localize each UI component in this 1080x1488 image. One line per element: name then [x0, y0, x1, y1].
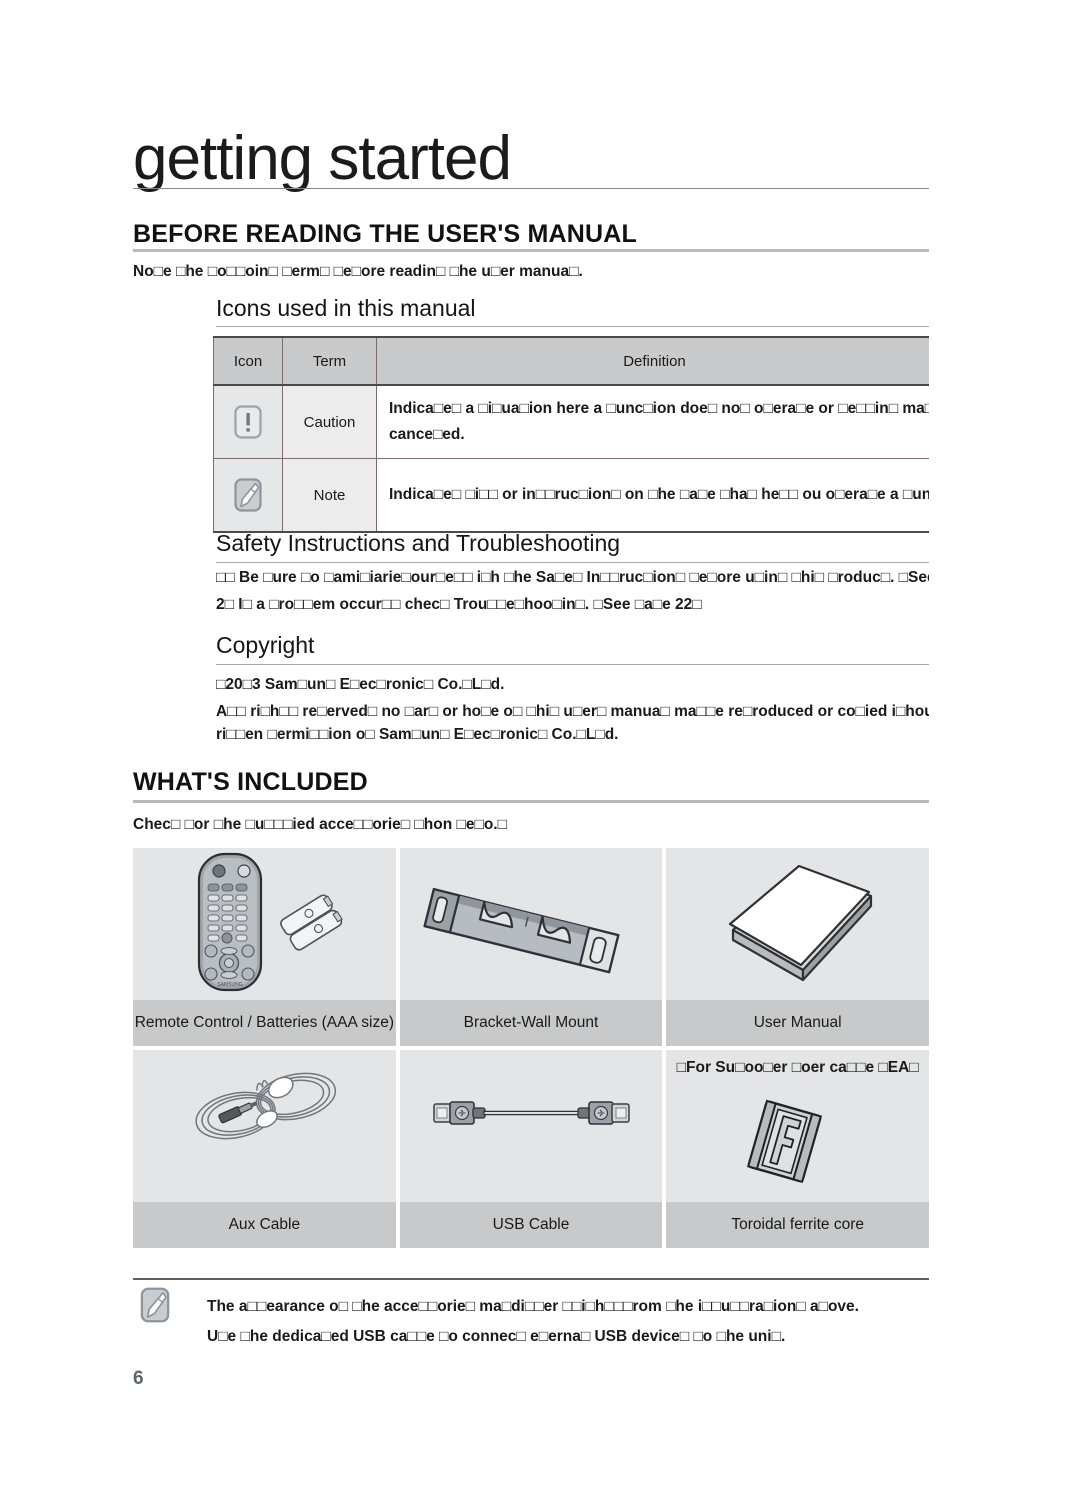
subsection-divider-icons-used	[216, 326, 929, 327]
subsection-heading-icons-used: Icons used in this manual	[216, 295, 476, 321]
remote-control-and-batteries-image: SAMSUNG	[133, 848, 396, 1000]
page-right-margin-mask	[929, 0, 1080, 1488]
column-header-definition: Definition	[376, 336, 933, 386]
table-row: Note Indica□e□ □i□□ or in□□ruc□ion□ on □…	[213, 458, 933, 533]
accessories-grid: SAMSUNG Remote Control / Batteries (AAA …	[133, 848, 930, 1252]
accessory-cell-usb-cable: USB Cable	[399, 1050, 663, 1248]
accessory-cell-remote-control: SAMSUNG Remote Control / Batteries (AAA …	[133, 848, 396, 1046]
before-reading-intro: No□e □he □o□□oin□ □erm□ □e□ore readin□ □…	[133, 263, 583, 280]
accessories-row-top: SAMSUNG Remote Control / Batteries (AAA …	[133, 848, 930, 1046]
column-header-icon: Icon	[213, 336, 283, 386]
chapter-title: getting started	[133, 124, 512, 193]
caution-definition-cell: Indica□e□ a □i□ua□ion here a □unc□ion do…	[376, 384, 933, 459]
subsection-heading-safety: Safety Instructions and Troubleshooting	[216, 530, 621, 556]
bottom-note-body: The a□□earance o□ □he acce□□orie□ ma□di□…	[207, 1292, 859, 1352]
accessory-caption: USB Cable	[399, 1202, 663, 1248]
accessory-cell-toroidal-ferrite-core: □For Su□oo□er □oer ca□□e □EA□ Toroidal f…	[666, 1050, 930, 1248]
bottom-note-divider	[133, 1278, 929, 1280]
aux-cable-image	[133, 1050, 396, 1202]
section-heading-whats-included: WHAT'S INCLUDED	[133, 768, 368, 796]
accessory-caption: Toroidal ferrite core	[666, 1202, 930, 1248]
subsection-heading-copyright: Copyright	[216, 632, 315, 658]
accessory-caption: Aux Cable	[133, 1202, 396, 1248]
note-icon	[136, 1284, 172, 1324]
bottom-note-line-1: The a□□earance o□ □he acce□□orie□ ma□di□…	[207, 1298, 859, 1315]
usb-cable-image	[399, 1050, 663, 1202]
note-icon-cell	[213, 458, 283, 533]
caution-icon	[230, 402, 266, 442]
caution-definition-line-1: Indica□e□ a □i□ua□ion here a □unc□ion do…	[389, 400, 933, 417]
manual-page: getting started BEFORE READING THE USER'…	[0, 0, 1080, 1488]
note-definition-line-1: Indica□e□ □i□□ or in□□ruc□ion□ on □he □a…	[389, 486, 933, 503]
copyright-line-2: A□□ ri□h□□ re□erved□ no □ar□ or ho□e o□ …	[216, 703, 967, 720]
ferrite-core-note: □For Su□oo□er □oer ca□□e □EA□	[666, 1050, 930, 1086]
safety-line-2: 2□ I□ a □ro□□em occur□□ chec□ Trou□□e□ho…	[216, 596, 702, 613]
user-manual-image	[666, 848, 930, 1000]
section-divider-whats-included	[133, 800, 929, 803]
subsection-divider-copyright	[216, 664, 929, 665]
accessory-cell-user-manual: User Manual	[666, 848, 930, 1046]
whats-included-intro: Chec□ □or □he □u□□□ied acce□□orie□ □hon …	[133, 816, 507, 833]
svg-text:SAMSUNG: SAMSUNG	[218, 982, 243, 988]
accessory-caption: Bracket-Wall Mount	[399, 1000, 663, 1046]
bottom-note-icon-wrapper	[136, 1284, 172, 1324]
accessory-cell-aux-cable: Aux Cable	[133, 1050, 396, 1248]
note-definition-cell: Indica□e□ □i□□ or in□□ruc□ion□ on □he □a…	[376, 458, 933, 533]
section-divider-before-reading	[133, 249, 929, 252]
note-term-cell: Note	[282, 458, 377, 533]
caution-term-cell: Caution	[282, 384, 377, 459]
table-header-row: Icon Term Definition	[213, 336, 933, 386]
column-header-term: Term	[282, 336, 377, 386]
caution-icon-cell	[213, 384, 283, 459]
accessory-caption: User Manual	[666, 1000, 930, 1046]
bottom-note-line-2: U□e □he dedica□ed USB ca□□e □o connec□ e…	[207, 1328, 786, 1345]
accessory-caption: Remote Control / Batteries (AAA size)	[133, 1000, 396, 1046]
wall-mount-bracket-image	[399, 848, 663, 1000]
icons-legend-table: Icon Term Definition Caution Indica□e□ a…	[213, 336, 933, 533]
toroidal-ferrite-core-image	[666, 1086, 930, 1202]
caution-definition-line-2: cance□ed.	[389, 426, 465, 443]
safety-line-1: □□ Be □ure □o □ami□iarie□our□e□□ i□h □he…	[216, 569, 950, 586]
note-icon	[230, 475, 266, 515]
subsection-divider-safety	[216, 562, 929, 563]
section-heading-before-reading: BEFORE READING THE USER'S MANUAL	[133, 220, 638, 248]
copyright-line-3: ri□□en □ermi□□ion o□ Sam□un□ E□ec□ronic□…	[216, 726, 619, 743]
title-divider	[133, 188, 929, 189]
accessories-row-bottom: Aux Cable USB Cable □For Su□oo□er □oer c…	[133, 1050, 930, 1248]
copyright-line-1: □20□3 Sam□un□ E□ec□ronic□ Co.□L□d.	[216, 676, 505, 693]
page-number: 6	[133, 1368, 144, 1389]
accessory-cell-wall-mount-bracket: Bracket-Wall Mount	[399, 848, 663, 1046]
table-row: Caution Indica□e□ a □i□ua□ion here a □un…	[213, 384, 933, 459]
